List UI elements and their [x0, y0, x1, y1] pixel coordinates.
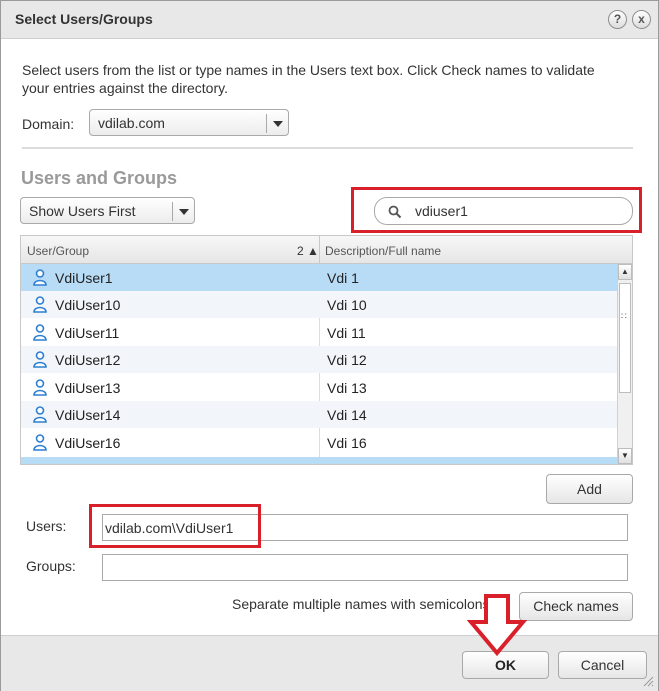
- column-header-user-group[interactable]: User/Group: [27, 244, 89, 258]
- row-description: Vdi 11: [327, 325, 366, 341]
- section-title: Users and Groups: [21, 168, 178, 188]
- dialog-title: Select Users/Groups: [15, 11, 153, 27]
- table-row[interactable]: VdiUser14 Vdi 14: [21, 401, 617, 428]
- arrow-down-icon: [466, 594, 528, 657]
- table-scrollbar[interactable]: ▲ ∷ ▼: [617, 264, 632, 464]
- table-row[interactable]: VdiUser10 Vdi 10: [21, 291, 617, 318]
- row-name: VdiUser14: [55, 407, 121, 423]
- row-description: Vdi 14: [327, 407, 367, 423]
- row-name: VdiUser1: [55, 270, 113, 286]
- table-header: User/Group 2 ▲ Description/Full name: [21, 236, 632, 264]
- row-description: Vdi 1: [327, 270, 359, 286]
- row-name: VdiUser10: [55, 297, 121, 313]
- divider: [22, 147, 633, 149]
- row-name: VdiUser16: [55, 435, 121, 451]
- user-icon: [33, 379, 47, 396]
- user-icon: [33, 324, 47, 341]
- add-button[interactable]: Add: [546, 474, 633, 504]
- row-name: VdiUser12: [55, 352, 121, 368]
- user-icon: [33, 269, 47, 286]
- search-highlight-box: [351, 187, 642, 233]
- users-label: Users:: [26, 518, 67, 534]
- chevron-down-icon: [179, 209, 189, 215]
- row-description: Vdi 12: [327, 352, 367, 368]
- table-row[interactable]: VdiUser16 Vdi 16: [21, 429, 617, 456]
- row-name: VdiUser11: [55, 325, 120, 341]
- hint-text: Separate multiple names with semicolons: [232, 596, 490, 612]
- table-row[interactable]: VdiUser1 Vdi 1: [21, 264, 617, 291]
- user-icon: [33, 434, 47, 451]
- groups-label: Groups:: [26, 558, 76, 574]
- filter-select[interactable]: Show Users First: [20, 197, 195, 224]
- table-row[interactable]: VdiUser13 Vdi 13: [21, 374, 617, 401]
- row-name: VdiUser13: [55, 380, 121, 396]
- filter-value: Show Users First: [29, 203, 136, 219]
- scroll-down-icon[interactable]: ▼: [618, 448, 632, 464]
- select-users-groups-dialog: Select Users/Groups ? x Select users fro…: [0, 0, 659, 691]
- domain-select[interactable]: vdilab.com: [89, 109, 289, 136]
- close-icon[interactable]: x: [632, 10, 651, 29]
- instruction-text: Select users from the list or type names…: [22, 62, 595, 96]
- groups-input[interactable]: [102, 554, 628, 581]
- grip-icon: ∷: [621, 311, 627, 321]
- domain-label: Domain:: [22, 116, 75, 132]
- column-header-description[interactable]: Description/Full name: [325, 244, 441, 258]
- help-icon[interactable]: ?: [608, 10, 627, 29]
- table-row[interactable]: VdiUser12 Vdi 12: [21, 346, 617, 373]
- user-icon: [33, 296, 47, 313]
- row-description: Vdi 13: [327, 380, 367, 396]
- table-row-partial[interactable]: [21, 457, 617, 464]
- check-names-button[interactable]: Check names: [519, 592, 633, 621]
- chevron-down-icon: [273, 121, 283, 127]
- user-icon: [33, 406, 47, 423]
- scroll-thumb[interactable]: [619, 283, 631, 393]
- title-bar: Select Users/Groups ? x: [1, 1, 658, 39]
- user-icon: [33, 351, 47, 368]
- cancel-button[interactable]: Cancel: [558, 651, 647, 679]
- resize-grip-icon[interactable]: [642, 675, 654, 687]
- users-table: User/Group 2 ▲ Description/Full name Vdi…: [20, 235, 633, 465]
- row-description: Vdi 10: [327, 297, 367, 313]
- domain-value: vdilab.com: [98, 115, 165, 131]
- users-highlight-box: [89, 504, 261, 548]
- row-description: Vdi 16: [327, 435, 367, 451]
- scroll-up-icon[interactable]: ▲: [618, 264, 632, 280]
- table-row[interactable]: VdiUser11 Vdi 11: [21, 319, 617, 346]
- sort-indicator: 2 ▲: [297, 244, 319, 258]
